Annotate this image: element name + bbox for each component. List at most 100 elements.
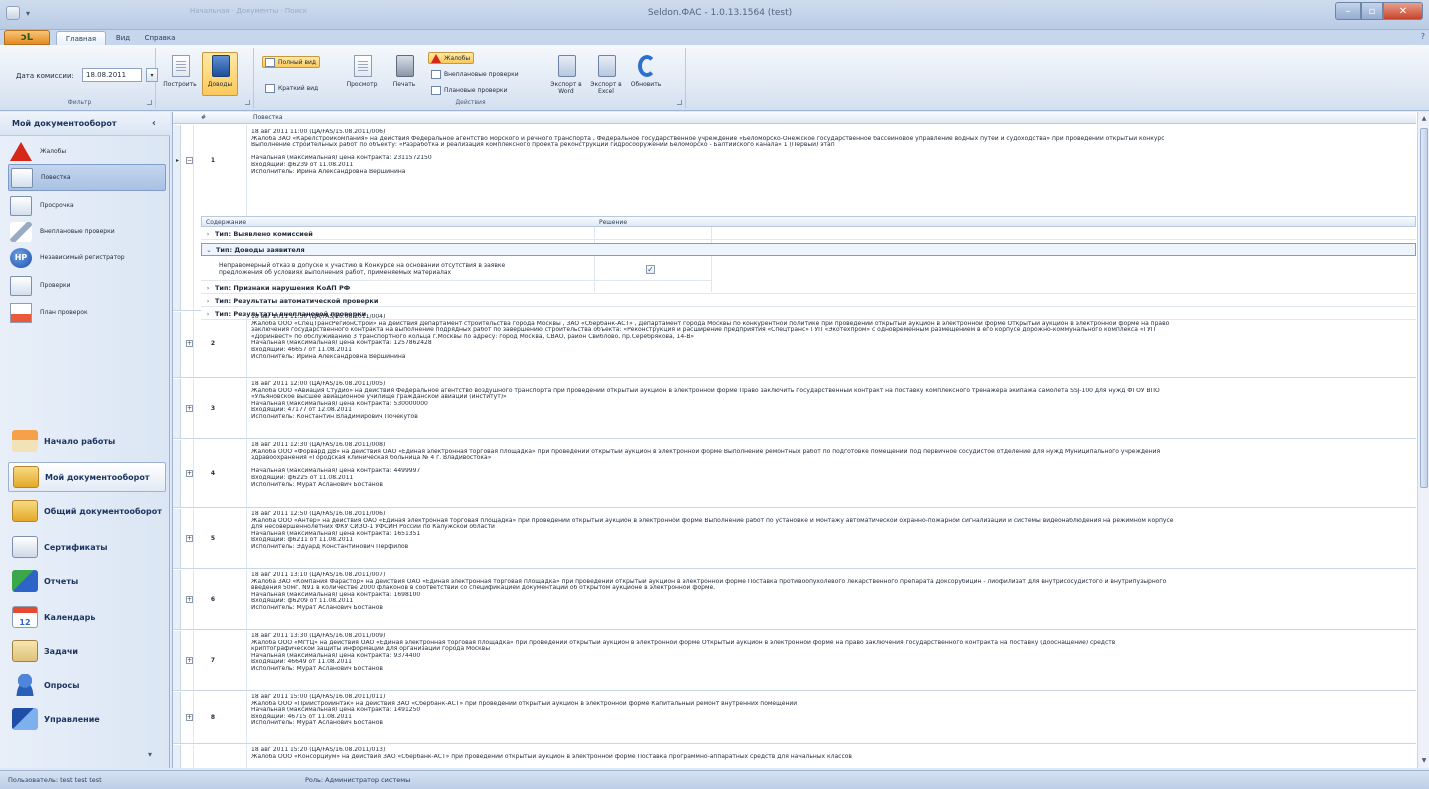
short-view-button[interactable]: Краткий вид [262,82,322,94]
sidebar-item-registrar[interactable]: HP Независимый регистратор [8,244,166,271]
row-line: Жалоба ЗАО «Компания Фарастор» на действ… [251,578,1167,585]
decision-checkbox[interactable]: ✓ [646,265,655,274]
sidebar-item-plan[interactable]: План проверок [8,299,166,326]
tab-help[interactable]: Справка [140,31,180,45]
row-line: Жалоба ООО «СпецТрансРегионСтрой» на дей… [251,320,1170,327]
detail-group-applicant-arguments[interactable]: ⌄ Тип: Доводы заявителя [201,243,1416,256]
complaints-button[interactable]: Жалобы [428,52,475,64]
help-icon[interactable]: ? [1421,32,1425,41]
row-content: 18 авг 2011 15:00 (ЦА/FAS/16.08.2011/011… [251,694,1410,727]
row-gutter [173,312,181,377]
detail-row[interactable]: Неправомерный отказ в допуске к участию … [201,259,711,281]
row-number-cell [193,312,247,377]
more-nav-icon[interactable]: ▾ [148,750,158,759]
row-number: 3 [210,405,216,412]
sidebar-item-overdue[interactable]: Просрочка [8,192,166,219]
column-header-num[interactable]: # [201,114,206,121]
preview-button[interactable]: Просмотр [344,52,380,96]
table-row[interactable]: + 7 18 авг 2011 13:30 (ЦА/FAS/16.08.2011… [173,631,1416,691]
row-gutter [173,509,181,568]
scroll-up-icon[interactable]: ▲ [1419,114,1429,124]
collapse-row-icon[interactable]: − [186,157,193,164]
build-button[interactable]: Построить [162,52,198,96]
build-launcher-icon[interactable] [245,100,250,105]
build-label: Построить [163,81,197,88]
table-row[interactable]: + 8 18 авг 2011 15:00 (ЦА/FAS/16.08.2011… [173,692,1416,744]
expand-row-icon[interactable]: + [186,596,193,603]
detail-group-auto-check[interactable]: › Тип: Результаты автоматической проверки [201,295,1416,307]
minimize-button[interactable]: – [1335,2,1361,20]
full-view-button[interactable]: Полный вид [262,56,321,68]
nav-start[interactable]: Начало работы [8,426,166,456]
export-word-button[interactable]: Экспорт в Word [548,52,584,96]
column-header-content[interactable]: Содержание [206,219,246,226]
arguments-button[interactable]: Доводы [202,52,238,96]
nav-calendar[interactable]: 12 Календарь [8,602,166,632]
actions-launcher-icon[interactable] [677,100,682,105]
sidebar-item-complaints[interactable]: Жалобы [8,138,166,165]
table-row[interactable]: + 3 18 авг 2011 12:00 (ЦА/FAS/16.08.2011… [173,379,1416,439]
nav-shared-documents[interactable]: Общий документооборот [8,496,166,526]
column-header-decision[interactable]: Решение [599,219,627,226]
sidebar-item-checks[interactable]: Проверки [8,272,166,299]
expand-row-icon[interactable]: + [186,657,193,664]
nav-polls[interactable]: Опросы [8,670,166,700]
nav-management[interactable]: Управление [8,704,166,734]
table-row[interactable]: ▸ − 1 18 авг 2011 11:00 (ЦА/FAS/15.08.20… [173,125,1416,324]
chevron-down-icon: ▾ [150,71,154,79]
row-number-cell [193,509,247,568]
expand-row-icon[interactable]: + [186,470,193,477]
nav-tasks[interactable]: Задачи [8,636,166,666]
nav-reports[interactable]: Отчеты [8,566,166,596]
detail-group-commission[interactable]: › Тип: Выявлено комиссией [201,228,1416,240]
sidebar: Мой документооборот ‹ Жалобы Повестка Пр… [0,112,170,768]
sidebar-item-unplanned[interactable]: Внеплановые проверки [8,218,166,245]
filter-launcher-icon[interactable] [147,100,152,105]
chart-icon [12,570,38,592]
application-menu-button[interactable]: ↄL [4,30,50,45]
expand-icon: › [206,283,210,292]
expand-row-icon[interactable]: + [186,535,193,542]
planned-checks-button[interactable]: Плановые проверки [428,84,511,96]
maximize-button[interactable]: ▫ [1361,2,1383,20]
management-icon [12,708,38,730]
export-excel-button[interactable]: Экспорт в Excel [588,52,624,96]
scroll-down-icon[interactable]: ▼ [1419,756,1429,766]
table-row[interactable]: + 4 18 авг 2011 12:30 (ЦА/FAS/16.08.2011… [173,440,1416,508]
short-view-icon [265,83,275,93]
row-line: здравоохранения «Городская клиническая б… [251,455,492,462]
row-line: введения 50мг. N91 в количестве 2000 фла… [251,585,716,592]
expand-row-icon[interactable]: + [186,340,193,347]
unplanned-checks-button[interactable]: Внеплановые проверки [428,68,523,80]
tab-home[interactable]: Главная [56,31,106,45]
vertical-scrollbar[interactable]: ▲ ▼ [1417,112,1429,768]
column-header-agenda[interactable]: Повестка [253,114,283,121]
date-dropdown-button[interactable]: ▾ [146,68,158,82]
current-row-icon: ▸ [176,157,180,164]
print-button[interactable]: Печать [386,52,422,96]
detail-group-koap[interactable]: › Тип: Признаки нарушения КоАП РФ [201,282,1416,294]
collapse-icon: ⌄ [206,245,212,254]
close-button[interactable]: ✕ [1383,2,1423,20]
nav-certificates[interactable]: Сертификаты [8,532,166,562]
table-row[interactable]: 18 авг 2011 15:20 (ЦА/FAS/16.08.2011/013… [173,745,1416,768]
commission-date-input[interactable] [82,68,142,82]
expand-row-icon[interactable]: + [186,714,193,721]
app-icon[interactable] [6,6,20,20]
table-row[interactable]: + 2 18 авг 2011 11:30 (ЦА/FAS/16.08.2011… [173,312,1416,378]
row-line: 18 авг 2011 15:00 (ЦА/FAS/16.08.2011/011… [251,694,386,700]
nav-my-documents[interactable]: Мой документооборот [8,462,166,492]
scroll-thumb[interactable] [1420,128,1428,488]
tab-view[interactable]: Вид [110,31,136,45]
row-line: Входящий: ф6211 от 11.08.2011 [251,537,354,544]
row-line: Жалоба ООО «Форвард ДВ» на действия ОАО … [251,448,1161,455]
table-row[interactable]: + 5 18 авг 2011 12:50 (ЦА/FAS/16.08.2011… [173,509,1416,569]
collapse-sidebar-icon[interactable]: ‹ [152,118,156,129]
complaints-label: Жалобы [444,54,471,62]
tasks-icon [12,640,38,662]
expand-row-icon[interactable]: + [186,405,193,412]
quick-access-dropdown-icon[interactable]: ▾ [26,9,38,19]
refresh-button[interactable]: Обновить [628,52,664,96]
table-row[interactable]: + 6 18 авг 2011 13:10 (ЦА/FAS/16.08.2011… [173,570,1416,630]
sidebar-item-agenda[interactable]: Повестка [8,164,166,191]
